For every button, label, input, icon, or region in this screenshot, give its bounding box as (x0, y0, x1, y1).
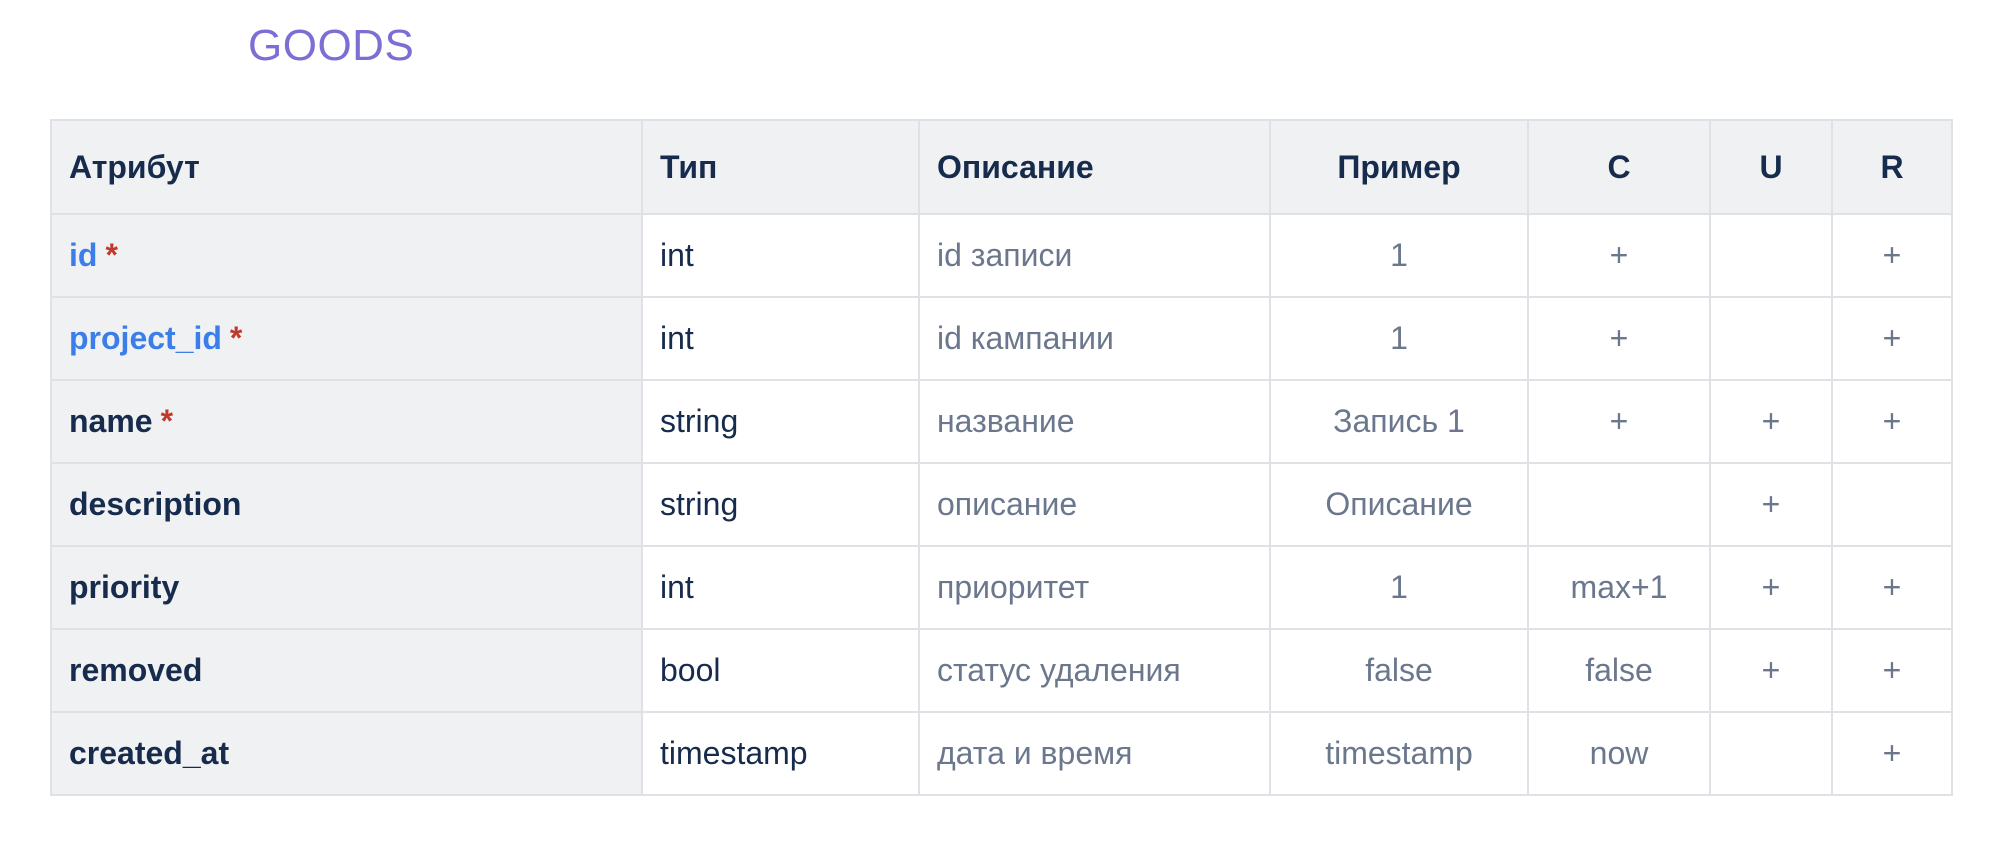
header-attribute: Атрибут (50, 119, 643, 215)
cell-type: string (641, 462, 920, 547)
header-type: Тип (641, 119, 920, 215)
table-row: id * int id записи 1 + + (50, 213, 1953, 298)
cell-attribute: priority (50, 545, 643, 630)
cell-type: int (641, 296, 920, 381)
cell-update (1709, 213, 1833, 298)
cell-update (1709, 296, 1833, 381)
table-row: project_id * int id кампании 1 + + (50, 296, 1953, 381)
required-marker: * (160, 403, 174, 439)
header-read: R (1831, 119, 1953, 215)
required-marker: * (229, 320, 243, 356)
attribute-name: description (69, 486, 242, 522)
required-marker: * (105, 237, 118, 273)
header-create: C (1527, 119, 1711, 215)
page-title: GOODS (248, 21, 415, 70)
cell-read: + (1831, 545, 1953, 630)
header-update: U (1709, 119, 1833, 215)
cell-description: статус удаления (918, 628, 1271, 713)
cell-create: + (1527, 379, 1711, 464)
table-row: name * string название Запись 1 + + + (50, 379, 1953, 464)
cell-attribute: description (50, 462, 643, 547)
cell-create: max+1 (1527, 545, 1711, 630)
cell-create: false (1527, 628, 1711, 713)
cell-update: + (1709, 462, 1833, 547)
cell-description: описание (918, 462, 1271, 547)
table-row: created_at timestamp дата и время timestamp… (50, 711, 1953, 796)
cell-type: bool (641, 628, 920, 713)
cell-example: 1 (1269, 296, 1529, 381)
attributes-table: Атрибут Тип Описание Пример C U R id * int… (50, 119, 1953, 796)
cell-example: 1 (1269, 213, 1529, 298)
cell-attribute: created_at (50, 711, 643, 796)
attribute-name: priority (69, 569, 180, 605)
cell-create: + (1527, 296, 1711, 381)
cell-description: приоритет (918, 545, 1271, 630)
cell-read (1831, 462, 1953, 547)
table-row: description string описание Описание + (50, 462, 1953, 547)
cell-create: now (1527, 711, 1711, 796)
cell-example: Описание (1269, 462, 1529, 547)
cell-type: int (641, 213, 920, 298)
cell-create (1527, 462, 1711, 547)
cell-example: Запись 1 (1269, 379, 1529, 464)
attribute-name: created_at (69, 735, 230, 771)
table-row: removed bool статус удаления false false + + (50, 628, 1953, 713)
cell-description: id кампании (918, 296, 1271, 381)
cell-attribute: project_id * (50, 296, 643, 381)
header-example: Пример (1269, 119, 1529, 215)
cell-read: + (1831, 213, 1953, 298)
cell-type: int (641, 545, 920, 630)
header-description: Описание (918, 119, 1271, 215)
cell-type: timestamp (641, 711, 920, 796)
cell-attribute: name * (50, 379, 643, 464)
cell-description: дата и время (918, 711, 1271, 796)
attribute-name: name (69, 403, 153, 439)
table-row: priority int приоритет 1 max+1 + + (50, 545, 1953, 630)
cell-example: 1 (1269, 545, 1529, 630)
cell-update: + (1709, 545, 1833, 630)
attribute-link[interactable]: project_id (69, 320, 222, 356)
table-header-row: Атрибут Тип Описание Пример C U R (50, 119, 1953, 215)
cell-update (1709, 711, 1833, 796)
cell-read: + (1831, 379, 1953, 464)
cell-type: string (641, 379, 920, 464)
cell-description: название (918, 379, 1271, 464)
cell-example: timestamp (1269, 711, 1529, 796)
cell-attribute: removed (50, 628, 643, 713)
attribute-link[interactable]: id (69, 237, 97, 273)
cell-read: + (1831, 628, 1953, 713)
cell-example: false (1269, 628, 1529, 713)
cell-description: id записи (918, 213, 1271, 298)
cell-read: + (1831, 296, 1953, 381)
cell-update: + (1709, 379, 1833, 464)
attribute-name: removed (69, 652, 203, 688)
cell-read: + (1831, 711, 1953, 796)
cell-create: + (1527, 213, 1711, 298)
cell-attribute: id * (50, 213, 643, 298)
cell-update: + (1709, 628, 1833, 713)
